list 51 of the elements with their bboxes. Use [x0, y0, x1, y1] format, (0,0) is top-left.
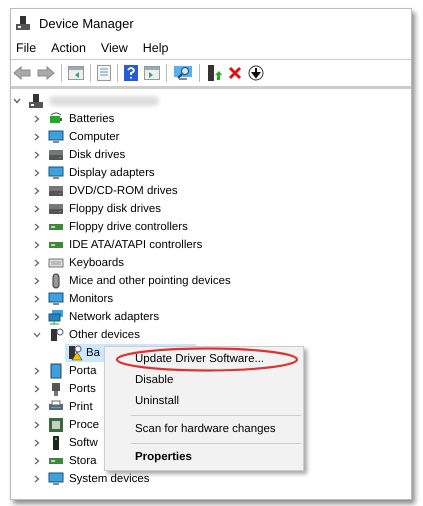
back-arrow-icon[interactable] — [13, 66, 31, 80]
computer-arrow-icon[interactable] — [206, 64, 222, 82]
tree-item[interactable]: Computer — [69, 131, 120, 143]
monitor-search-icon[interactable] — [173, 65, 193, 81]
tree-item[interactable]: Keyboards — [69, 257, 124, 269]
tree-item[interactable]: Softw — [69, 437, 98, 449]
menu-item[interactable]: Update Driver Software... — [105, 349, 303, 370]
tree-item[interactable]: Display adapters — [69, 167, 155, 179]
tree-item[interactable]: Other devices — [69, 329, 140, 341]
menu-item[interactable]: Properties — [105, 447, 303, 468]
tree-item[interactable]: Print — [69, 401, 93, 413]
tree-item[interactable]: IDE ATA/ATAPI controllers — [69, 239, 202, 251]
tree-item[interactable]: Porta — [69, 365, 96, 377]
monitor-icon — [48, 129, 64, 145]
window-title: Device Manager — [39, 16, 134, 30]
menu-item[interactable]: Action — [51, 41, 86, 55]
tree-item[interactable]: Monitors — [69, 293, 114, 305]
menu-item[interactable]: Disable — [105, 370, 303, 391]
monitor-icon — [48, 165, 64, 181]
help-icon[interactable] — [124, 65, 138, 81]
collapse-chevron-icon[interactable] — [32, 331, 42, 339]
forward-arrow-icon[interactable] — [37, 66, 55, 80]
tree-item[interactable]: Batteries — [69, 113, 114, 125]
drive-icon — [48, 147, 64, 163]
delete-icon[interactable] — [228, 66, 242, 80]
drive-icon — [48, 201, 64, 217]
tree-item[interactable]: DVD/CD-ROM drives — [69, 185, 178, 197]
tree-item[interactable]: Mice and other pointing devices — [69, 275, 231, 287]
tree-item[interactable]: Network adapters — [69, 311, 160, 323]
monitor-icon — [48, 471, 64, 487]
tree-item[interactable]: Stora — [69, 455, 96, 467]
tree-item[interactable]: Ports — [69, 383, 96, 395]
tree-item[interactable]: Floppy disk drives — [69, 203, 162, 215]
tree-item[interactable]: Disk drives — [69, 149, 126, 161]
tree-item[interactable]: System devices — [69, 473, 150, 485]
computer-icon — [15, 15, 31, 31]
panel-icon[interactable] — [144, 66, 160, 80]
chip-icon — [48, 417, 64, 433]
list-icon[interactable] — [97, 65, 111, 81]
monitor-icon — [48, 291, 64, 307]
tree-item[interactable]: Proce — [69, 419, 100, 431]
drive-icon — [48, 183, 64, 199]
tree-item[interactable]: Floppy drive controllers — [69, 221, 188, 233]
tablet-icon — [48, 363, 64, 379]
menu-item[interactable]: View — [100, 41, 128, 55]
panel-icon[interactable] — [68, 66, 84, 80]
computer-icon — [28, 93, 44, 109]
menu-item[interactable]: File — [16, 41, 36, 55]
collapse-chevron-icon[interactable] — [12, 97, 22, 105]
menu-item[interactable]: Help — [142, 41, 168, 55]
network-icon — [48, 309, 64, 325]
